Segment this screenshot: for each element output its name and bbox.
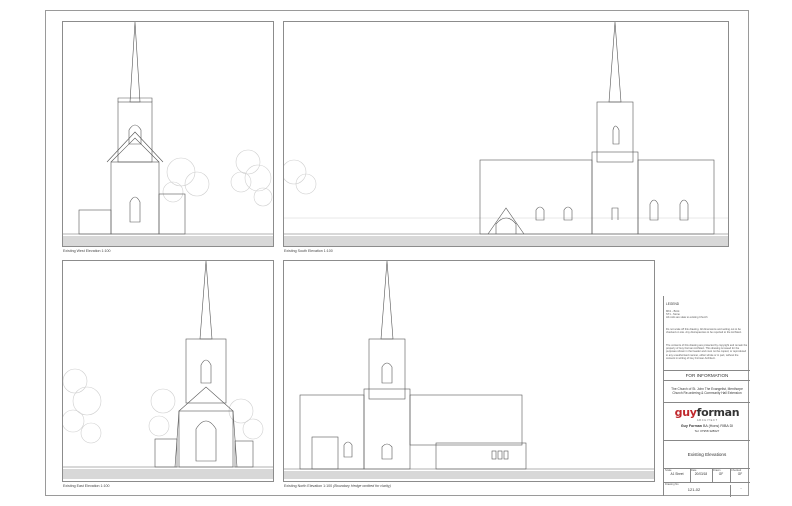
drawing-number-row: Drawing No 121-02 - xyxy=(664,482,751,497)
meta-row: Scale A1 Sheet Date 20/03/18 Drawn GF Ch… xyxy=(664,468,750,483)
architect-name: Guy Forman xyxy=(680,424,702,428)
east-elevation-drawing xyxy=(63,261,273,479)
east-elevation-caption: Existing East Elevation 1:100 xyxy=(63,484,110,488)
checked-value: GF xyxy=(737,472,743,477)
north-caption-text: Existing North Elevation 1:100 xyxy=(284,484,333,488)
revision: - xyxy=(730,485,751,497)
trees xyxy=(284,159,317,195)
drawing-no-label: Drawing No xyxy=(665,483,679,486)
east-elevation-panel xyxy=(62,260,274,482)
drawing-number: 121-02 xyxy=(687,487,701,492)
notes-1: Do not scale off this drawing. All dimen… xyxy=(666,328,742,335)
project-row: The Church of St. John The Evangelist, M… xyxy=(664,380,750,402)
north-elevation-drawing xyxy=(284,261,654,479)
north-caption-note: (Boundary Hedge omitted for clarity) xyxy=(333,484,391,488)
status-text: FOR INFORMATION xyxy=(685,373,729,378)
legend-heading: LEGEND xyxy=(666,302,680,306)
logo-sub: A R C H I T E C T xyxy=(696,419,718,422)
date-value: 20/03/18 xyxy=(694,472,708,477)
project-line-2: Church Re-ordering & Community Hall Exte… xyxy=(672,391,742,396)
status-row: FOR INFORMATION xyxy=(664,370,750,380)
phone: Tel: 07958 328627 xyxy=(694,429,720,433)
north-elevation-panel xyxy=(283,260,655,482)
legend-items: MK1 - Brick ST1 - Stone All roofs are sl… xyxy=(666,310,708,320)
west-elevation-panel xyxy=(62,21,274,247)
drawn-value: GF xyxy=(718,472,724,477)
logo-guy: guy xyxy=(674,406,697,419)
west-elevation-drawing xyxy=(63,22,273,246)
south-elevation-drawing xyxy=(284,22,728,246)
drawing-title: Existing Elevations xyxy=(687,452,727,457)
trees xyxy=(162,149,273,207)
south-elevation-caption: Existing South Elevation 1:100 xyxy=(284,249,333,253)
legend-item: All roofs are slate to existing Church xyxy=(666,316,708,320)
logo-forman: forman xyxy=(696,406,740,419)
north-elevation-caption: Existing North Elevation 1:100 (Boundary… xyxy=(284,484,391,488)
notes-2: The contents of this drawing are protect… xyxy=(666,344,748,360)
logo-row: guyforman A R C H I T E C T Guy Forman B… xyxy=(664,402,750,440)
title-block: LEGEND MK1 - Brick ST1 - Stone All roofs… xyxy=(663,296,751,497)
south-elevation-panel xyxy=(283,21,729,247)
architect-logo: guyforman xyxy=(664,406,750,419)
drawing-title-row: Existing Elevations xyxy=(664,440,750,468)
scale-value: A1 Sheet xyxy=(670,472,684,477)
architect-quals: BA (Hons) RIBA DI xyxy=(703,424,734,428)
west-elevation-caption: Existing West Elevation 1:100 xyxy=(63,249,111,253)
